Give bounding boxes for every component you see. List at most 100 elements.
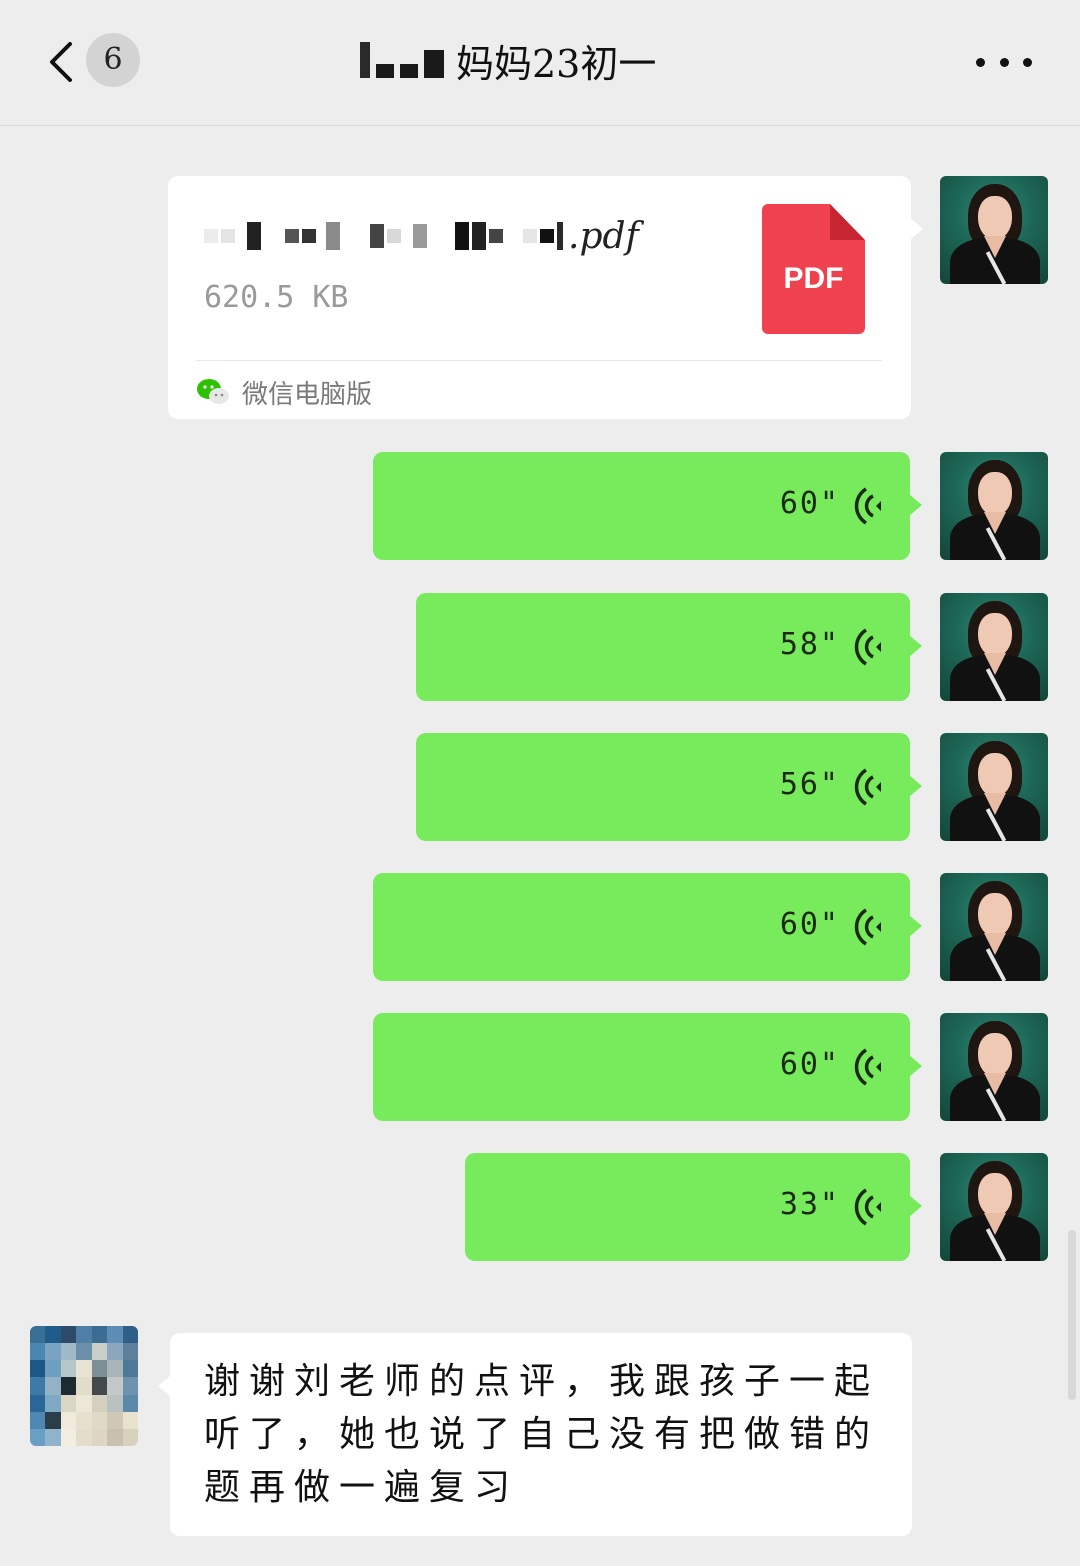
redacted-pixel: [221, 229, 235, 243]
chat-header: 6 妈妈23初一: [0, 0, 1080, 126]
scrollbar[interactable]: [1068, 1230, 1076, 1400]
mosaic-tile: [91, 1326, 108, 1344]
avatar-face: [978, 753, 1012, 797]
voice-message[interactable]: 60": [373, 452, 922, 560]
redacted-name-block: [400, 64, 418, 78]
pdf-icon-label: PDF: [783, 262, 844, 295]
file-name: .pdf: [204, 216, 734, 257]
redacted-pixel: [302, 229, 316, 243]
voice-wave-icon: [854, 628, 881, 666]
mosaic-tile: [60, 1394, 77, 1412]
mosaic-tile: [45, 1360, 61, 1378]
self-avatar[interactable]: [940, 593, 1048, 701]
voice-message[interactable]: 58": [416, 593, 922, 701]
mosaic-tile: [122, 1428, 138, 1446]
mosaic-tile: [30, 1411, 46, 1429]
mosaic-tile: [30, 1343, 46, 1361]
more-dot-icon: [976, 57, 985, 67]
wechat-icon: [197, 379, 229, 404]
redacted-pixel: [247, 222, 261, 250]
mosaic-tile: [107, 1326, 123, 1344]
mosaic-tile: [60, 1377, 77, 1395]
mosaic-tile: [76, 1360, 92, 1378]
mosaic-tile: [30, 1360, 46, 1378]
self-avatar[interactable]: [940, 1153, 1048, 1261]
more-options-button[interactable]: [976, 52, 1032, 72]
voice-wave-icon: [854, 1048, 881, 1086]
contact-avatar[interactable]: [30, 1326, 138, 1446]
more-dot-icon: [1023, 57, 1032, 67]
mosaic-tile: [76, 1428, 92, 1446]
voice-message[interactable]: 33": [465, 1153, 922, 1261]
self-avatar[interactable]: [940, 873, 1048, 981]
mosaic-tile: [30, 1377, 46, 1395]
incoming-text-message[interactable]: 谢谢刘老师的点评，我跟孩子一起听了，她也说了自己没有把做错的题再做一遍复习: [158, 1333, 912, 1536]
redacted-pixel: [413, 224, 427, 248]
file-size: 620.5 KB: [204, 280, 349, 315]
voice-message[interactable]: 60": [373, 873, 922, 981]
mosaic-tile: [45, 1343, 61, 1361]
avatar-face: [978, 1033, 1012, 1077]
self-avatar[interactable]: [940, 1013, 1048, 1121]
mosaic-tile: [60, 1360, 77, 1378]
voice-message[interactable]: 56": [416, 733, 922, 841]
chat-title-area: 妈妈23初一: [360, 30, 740, 90]
voice-duration: 60": [779, 907, 840, 942]
chat-title: 妈妈23初一: [456, 41, 657, 86]
mosaic-tile: [45, 1411, 61, 1429]
voice-wave-icon: [854, 1188, 881, 1226]
redacted-pixel: [387, 229, 401, 243]
back-chevron-icon[interactable]: [46, 40, 86, 84]
pdf-fold-corner: [830, 204, 865, 240]
redacted-name-block: [376, 64, 394, 78]
voice-wave-icon: [854, 487, 881, 525]
mosaic-tile: [91, 1377, 108, 1395]
mosaic-tile: [91, 1360, 108, 1378]
self-avatar[interactable]: [940, 176, 1048, 284]
voice-duration: 56": [779, 767, 840, 802]
voice-message[interactable]: 60": [373, 1013, 922, 1121]
mosaic-tile: [122, 1411, 138, 1429]
file-source: 微信电脑版: [196, 372, 372, 412]
mosaic-tile: [107, 1394, 123, 1412]
redacted-pixel: [489, 229, 503, 243]
mosaic-tile: [107, 1428, 123, 1446]
mosaic-tile: [91, 1394, 108, 1412]
redacted-pixel: [285, 229, 299, 243]
avatar-mosaic: [30, 1326, 138, 1446]
unread-count-badge[interactable]: 6: [86, 33, 140, 87]
mosaic-tile: [30, 1326, 46, 1344]
mosaic-tile: [107, 1343, 123, 1361]
mosaic-tile: [76, 1394, 92, 1412]
mosaic-tile: [76, 1411, 92, 1429]
message-text: 谢谢刘老师的点评，我跟孩子一起听了，她也说了自己没有把做错的题再做一遍复习: [204, 1361, 880, 1508]
mosaic-tile: [60, 1428, 77, 1446]
mosaic-tile: [91, 1343, 108, 1361]
redacted-name-block: [360, 42, 370, 78]
mosaic-tile: [122, 1377, 138, 1395]
voice-duration: 58": [779, 627, 840, 662]
mosaic-tile: [76, 1326, 92, 1344]
mosaic-tile: [122, 1326, 138, 1344]
mosaic-tile: [45, 1377, 61, 1395]
file-message-card[interactable]: .pdf 620.5 KB PDF 微信电脑版: [168, 176, 923, 419]
mosaic-tile: [122, 1394, 138, 1412]
mosaic-tile: [45, 1428, 61, 1446]
mosaic-tile: [30, 1428, 46, 1446]
self-avatar[interactable]: [940, 452, 1048, 560]
mosaic-tile: [60, 1343, 77, 1361]
redacted-pixel: [326, 222, 340, 250]
mosaic-tile: [76, 1343, 92, 1361]
mosaic-tile: [76, 1377, 92, 1395]
mosaic-tile: [122, 1360, 138, 1378]
mosaic-tile: [91, 1428, 108, 1446]
more-dot-icon: [999, 57, 1009, 67]
voice-duration: 33": [779, 1187, 840, 1222]
self-avatar[interactable]: [940, 733, 1048, 841]
redacted-pixel: [370, 224, 384, 248]
mosaic-tile: [30, 1394, 46, 1412]
avatar-face: [978, 613, 1012, 657]
avatar-face: [978, 893, 1012, 937]
voice-duration: 60": [779, 1047, 840, 1082]
redacted-pixel: [204, 229, 218, 243]
